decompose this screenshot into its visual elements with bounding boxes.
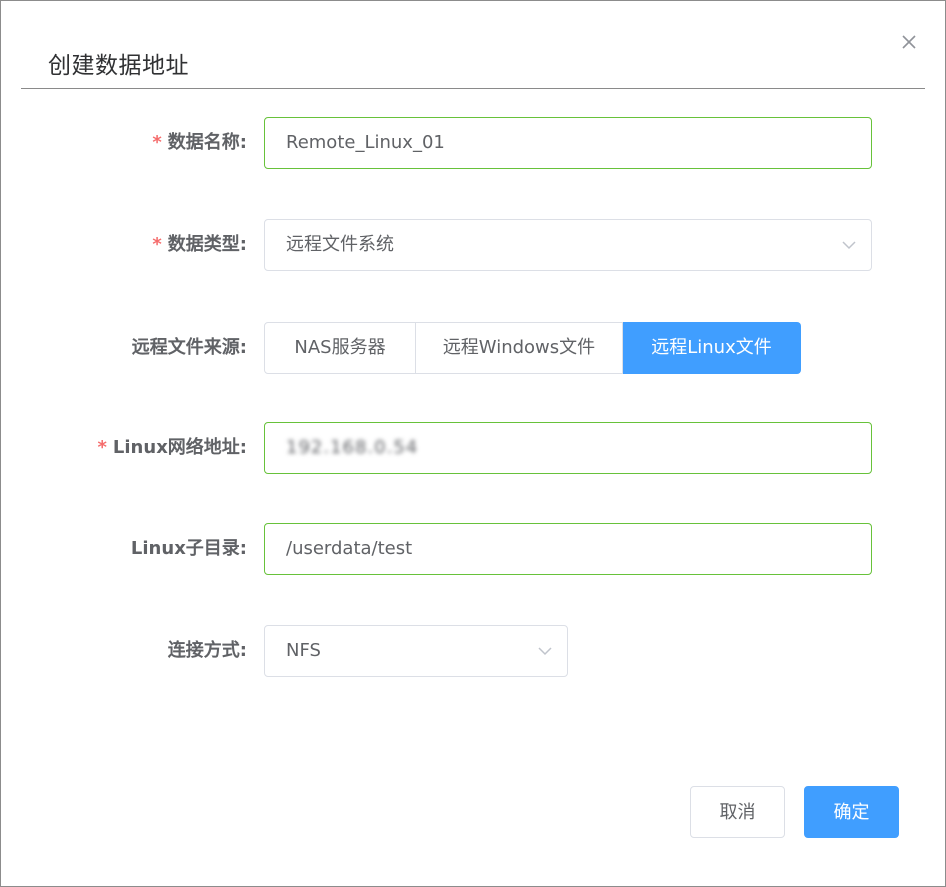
form-row-connection: 连接方式: NFS — [1, 625, 945, 677]
create-data-address-dialog: 创建数据地址 * 数据名称: Remote_Linux_01 * 数据类型: 远程文… — [0, 0, 946, 887]
type-label-text: 数据类型: — [167, 234, 247, 255]
radio-remote-linux[interactable]: 远程Linux文件 — [623, 322, 801, 374]
linux-address-label: * Linux网络地址: — [98, 422, 248, 474]
linux-address-value: 192.168.0.54 — [286, 437, 419, 458]
form-row-type: * 数据类型: 远程文件系统 — [1, 219, 945, 271]
name-label: * 数据名称: — [152, 117, 247, 169]
required-star: * — [97, 437, 107, 458]
form-row-linux-address: * Linux网络地址: 192.168.0.54 — [1, 422, 945, 474]
linux-subdir-label: Linux子目录: — [131, 523, 247, 575]
dialog-title: 创建数据地址 — [48, 53, 189, 79]
data-name-input[interactable]: Remote_Linux_01 — [264, 117, 872, 169]
form-row-source: 远程文件来源: NAS服务器 远程Windows文件 远程Linux文件 — [1, 322, 945, 374]
confirm-button[interactable]: 确定 — [804, 786, 899, 838]
form-row-linux-subdir: Linux子目录: /userdata/test — [1, 523, 945, 575]
name-label-text: 数据名称: — [167, 132, 247, 153]
data-type-select[interactable]: 远程文件系统 — [264, 219, 872, 271]
connection-label-text: 连接方式: — [167, 640, 247, 661]
chevron-down-icon — [842, 241, 856, 250]
linux-address-label-text: Linux网络地址: — [112, 437, 247, 458]
data-name-value: Remote_Linux_01 — [286, 132, 445, 153]
type-label: * 数据类型: — [152, 219, 247, 271]
radio-nas-server[interactable]: NAS服务器 — [264, 322, 416, 374]
connection-label: 连接方式: — [168, 625, 247, 677]
form-row-name: * 数据名称: Remote_Linux_01 — [1, 117, 945, 169]
chevron-down-icon — [538, 647, 552, 656]
cancel-button[interactable]: 取消 — [690, 786, 785, 838]
title-divider — [21, 88, 925, 89]
radio-remote-windows[interactable]: 远程Windows文件 — [416, 322, 623, 374]
data-type-value: 远程文件系统 — [286, 234, 394, 255]
required-star: * — [152, 234, 162, 255]
close-icon[interactable] — [898, 31, 920, 53]
linux-subdir-label-text: Linux子目录: — [130, 538, 247, 559]
connection-value: NFS — [286, 640, 321, 661]
required-star: * — [152, 132, 162, 153]
linux-address-input[interactable]: 192.168.0.54 — [264, 422, 872, 474]
source-label-text: 远程文件来源: — [131, 337, 247, 358]
source-radio-group: NAS服务器 远程Windows文件 远程Linux文件 — [264, 322, 801, 374]
connection-select[interactable]: NFS — [264, 625, 568, 677]
linux-subdir-input[interactable]: /userdata/test — [264, 523, 872, 575]
source-label: 远程文件来源: — [132, 322, 247, 374]
linux-subdir-value: /userdata/test — [286, 538, 413, 559]
